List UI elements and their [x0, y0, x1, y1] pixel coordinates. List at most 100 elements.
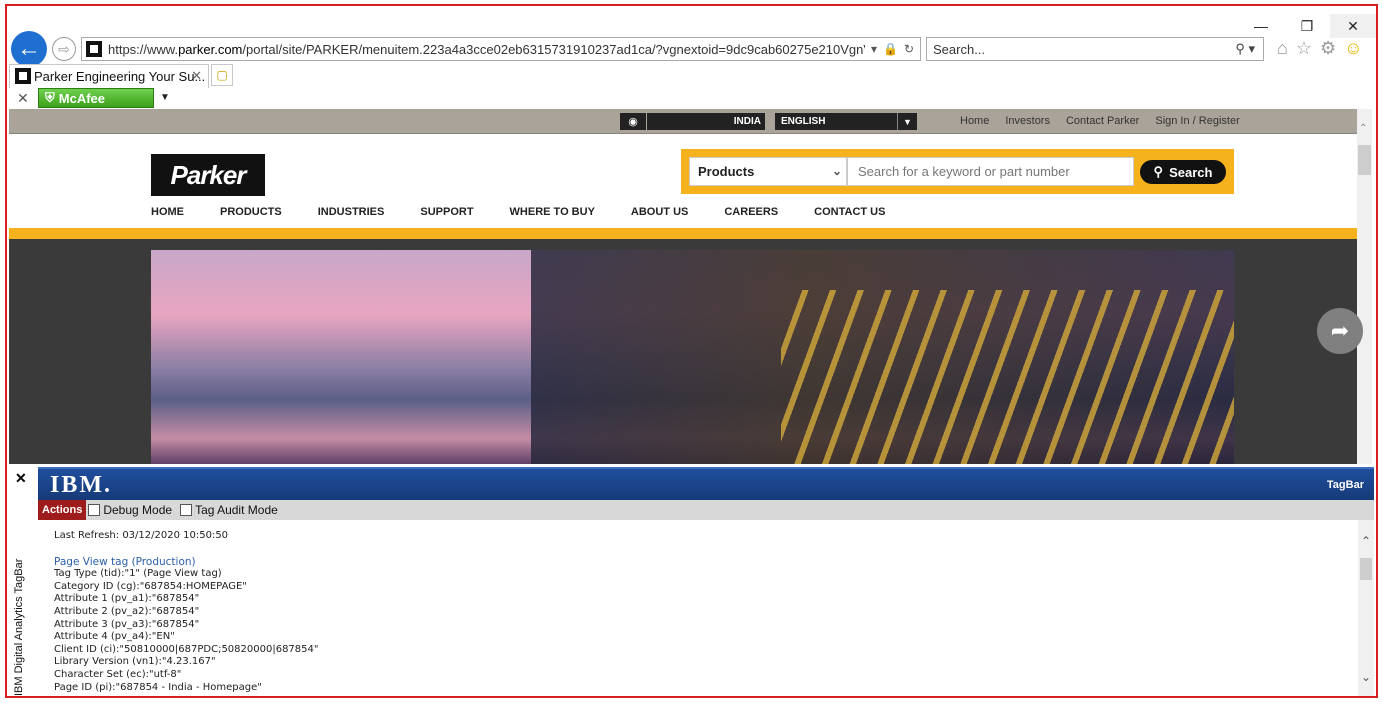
search-category-select[interactable]: Products ⌄: [689, 157, 847, 186]
url-domain: parker.com: [178, 41, 243, 57]
tagbar-scrollbar[interactable]: ⌃ ⌄: [1358, 520, 1374, 696]
tag-row: Library Version (vn1):"4.23.167": [54, 656, 216, 668]
tag-row: Page ID (pi):"687854 - India - Homepage": [54, 681, 262, 693]
page-view-tag-heading[interactable]: Page View tag (Production): [54, 556, 1356, 569]
tag-row: Attribute 1 (pv_a1):"687854": [54, 593, 200, 605]
nav-where-to-buy[interactable]: WHERE TO BUY: [510, 206, 595, 218]
utility-link-investors[interactable]: Investors: [1005, 115, 1050, 127]
nav-home[interactable]: HOME: [151, 206, 184, 218]
tagbar-side-label: IBM Digital Analytics TagBar: [11, 536, 35, 696]
address-tools: ▾ 🔒 ↻: [865, 42, 920, 56]
dropdown-arrow-icon[interactable]: ▾: [871, 42, 877, 56]
minimize-button[interactable]: —: [1238, 14, 1284, 38]
close-toolbar-icon[interactable]: ✕: [17, 90, 29, 107]
browser-search-input[interactable]: Search... ⚲ ▾: [926, 37, 1264, 61]
site-favicon-icon: [86, 41, 102, 57]
mcafee-label: McAfee: [58, 90, 106, 106]
forward-button[interactable]: ⇨: [52, 37, 76, 61]
mcafee-shield-icon: ⛨: [45, 90, 55, 105]
ibm-logo: IBM.: [50, 472, 112, 498]
tag-row: Client ID (ci):"50810000|687PDC;50820000…: [54, 643, 319, 655]
tagbar-close-icon[interactable]: ✕: [15, 470, 27, 487]
utility-link-contact-parker[interactable]: Contact Parker: [1066, 115, 1139, 127]
actions-button[interactable]: Actions: [38, 500, 87, 520]
tagbar-header: IBM. TagBar: [38, 467, 1374, 500]
search-icon[interactable]: ⚲ ▾: [1235, 41, 1263, 57]
utility-link-sign-in[interactable]: Sign In / Register: [1155, 115, 1239, 127]
browser-tab[interactable]: Parker Engineering Your Su... ✕: [9, 64, 209, 88]
tag-row: Attribute 2 (pv_a2):"687854": [54, 605, 200, 617]
tagbar-side-text: IBM Digital Analytics TagBar: [13, 558, 25, 696]
last-refresh: Last Refresh: 03/12/2020 10:50:50: [54, 530, 229, 541]
parker-logo[interactable]: Parker: [151, 154, 265, 196]
share-button[interactable]: ➦: [1317, 308, 1363, 354]
tag-row: Character Set (ec):"utf-8": [54, 668, 182, 680]
nav-products[interactable]: PRODUCTS: [220, 206, 282, 218]
search-icon: ⚲: [1153, 164, 1164, 179]
mcafee-dropdown-icon[interactable]: ▼: [160, 92, 170, 103]
scroll-up-icon[interactable]: ⌃: [1361, 534, 1371, 548]
accent-bar: [9, 228, 1357, 239]
country-selector[interactable]: INDIA: [647, 113, 765, 130]
feedback-smiley-icon[interactable]: ☺: [1344, 38, 1362, 59]
nav-industries[interactable]: INDUSTRIES: [318, 206, 385, 218]
tag-row: Attribute 3 (pv_a3):"687854": [54, 618, 200, 630]
utility-bar: ◉ INDIA ENGLISH ▼ Home Investors Contact…: [9, 109, 1357, 134]
search-category-value: Products: [698, 164, 755, 179]
tagbar-toolbar: Actions Debug Mode Tag Audit Mode: [38, 500, 1374, 520]
hero-image-offshore-platform[interactable]: [151, 250, 1234, 464]
nav-careers[interactable]: CAREERS: [724, 206, 778, 218]
search-button-label: Search: [1169, 164, 1213, 180]
tab-title: Parker Engineering Your Su...: [34, 69, 206, 84]
railing-graphic: [781, 290, 1234, 464]
utility-link-home[interactable]: Home: [960, 115, 989, 127]
scroll-thumb[interactable]: [1360, 558, 1372, 580]
tag-audit-mode-checkbox[interactable]: [180, 504, 193, 516]
new-tab-button[interactable]: ▢: [211, 64, 233, 86]
search-button[interactable]: ⚲ Search: [1140, 160, 1226, 184]
tagbar-content: Last Refresh: 03/12/2020 10:50:50 Page V…: [38, 520, 1356, 696]
restore-button[interactable]: ❐: [1284, 14, 1330, 38]
site-header: Parker Products ⌄ Search for a keyword o…: [9, 134, 1357, 228]
tag-audit-mode-label: Tag Audit Mode: [195, 503, 278, 517]
nav-contact-us[interactable]: CONTACT US: [814, 206, 885, 218]
chevron-down-icon[interactable]: ▼: [897, 113, 917, 130]
settings-gear-icon[interactable]: ⚙: [1320, 38, 1336, 59]
home-icon[interactable]: ⌂: [1277, 38, 1288, 59]
tab-close-icon[interactable]: ✕: [191, 68, 202, 84]
webpage: ◉ INDIA ENGLISH ▼ Home Investors Contact…: [9, 109, 1357, 464]
language-selector[interactable]: ENGLISH ▼: [775, 113, 917, 130]
scroll-down-icon[interactable]: ⌄: [1361, 670, 1371, 684]
lock-icon[interactable]: 🔒: [883, 42, 898, 56]
close-window-button[interactable]: ✕: [1330, 14, 1376, 38]
scroll-thumb[interactable]: [1358, 145, 1371, 175]
tag-audit-mode-toggle[interactable]: Tag Audit Mode: [180, 503, 278, 517]
page-scrollbar[interactable]: ⌃: [1357, 109, 1372, 464]
browser-search-placeholder: Search...: [933, 41, 986, 57]
nav-support[interactable]: SUPPORT: [420, 206, 473, 218]
window-controls: — ❐ ✕: [1238, 14, 1376, 38]
browser-window: — ❐ ✕ ← ⇨ https://www.parker.com/portal/…: [5, 4, 1378, 698]
world-map-icon[interactable]: ◉: [620, 113, 646, 130]
scroll-up-icon[interactable]: ⌃: [1359, 123, 1367, 134]
keyword-search-input[interactable]: Search for a keyword or part number: [847, 157, 1134, 186]
address-bar[interactable]: https://www.parker.com/portal/site/PARKE…: [81, 37, 921, 61]
main-nav: HOME PRODUCTS INDUSTRIES SUPPORT WHERE T…: [151, 206, 921, 218]
tab-favicon-icon: [15, 68, 31, 84]
refresh-icon[interactable]: ↻: [904, 42, 914, 56]
mcafee-toolbar-button[interactable]: ⛨ McAfee: [38, 88, 154, 108]
language-label: ENGLISH: [781, 116, 826, 127]
favorites-star-icon[interactable]: ☆: [1296, 38, 1312, 59]
utility-links: Home Investors Contact Parker Sign In / …: [960, 115, 1240, 127]
site-search-panel: Products ⌄ Search for a keyword or part …: [681, 149, 1234, 194]
debug-mode-toggle[interactable]: Debug Mode: [88, 503, 172, 517]
hero-section: [9, 239, 1357, 464]
back-button[interactable]: ←: [11, 31, 47, 67]
tag-row: Attribute 4 (pv_a4):"EN": [54, 631, 175, 643]
nav-about-us[interactable]: ABOUT US: [631, 206, 688, 218]
tag-row: Tag Type (tid):"1" (Page View tag): [54, 568, 222, 580]
debug-mode-checkbox[interactable]: [88, 504, 101, 516]
url-path: /portal/site/PARKER/menuitem.223a4a3cce0…: [242, 41, 865, 57]
address-url[interactable]: https://www.parker.com/portal/site/PARKE…: [108, 42, 865, 57]
debug-mode-label: Debug Mode: [103, 503, 173, 517]
